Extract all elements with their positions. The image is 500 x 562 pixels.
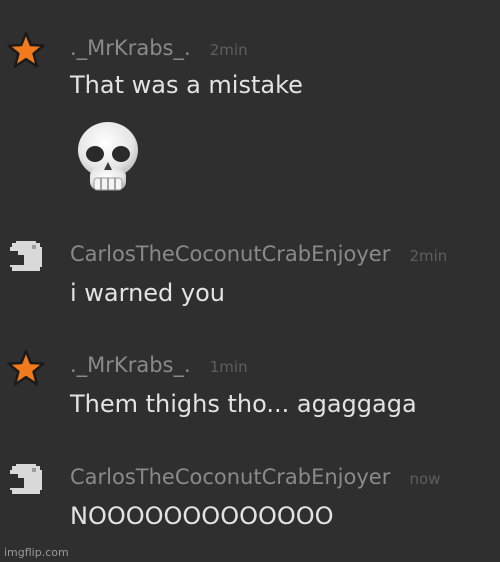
timestamp: 2min xyxy=(209,41,248,59)
skull-emoji-icon xyxy=(74,120,142,198)
chat-log: ._MrKrabs_. 2min That was a mistake Carl… xyxy=(0,0,500,562)
username[interactable]: ._MrKrabs_. xyxy=(70,36,191,60)
chat-message: ._MrKrabs_. 2min That was a mistake xyxy=(0,0,500,220)
timestamp: now xyxy=(409,470,441,488)
chat-message: ._MrKrabs_. 1min Them thighs tho... agag… xyxy=(0,330,500,440)
username[interactable]: CarlosTheCoconutCrabEnjoyer xyxy=(70,242,390,266)
message-text: i warned you xyxy=(70,279,226,307)
star-icon[interactable] xyxy=(6,30,46,70)
username[interactable]: ._MrKrabs_. xyxy=(70,353,191,377)
watermark: imgflip.com xyxy=(4,546,69,559)
message-text: NOOOOOOOOOOOOO xyxy=(70,502,334,530)
username[interactable]: CarlosTheCoconutCrabEnjoyer xyxy=(70,465,390,489)
chat-message: CarlosTheCoconutCrabEnjoyer 2min i warne… xyxy=(0,220,500,330)
star-icon[interactable] xyxy=(6,348,46,388)
chat-message: CarlosTheCoconutCrabEnjoyer now NOOOOOOO… xyxy=(0,440,500,550)
blocky-avatar-icon[interactable] xyxy=(6,458,46,498)
message-text: Them thighs tho... agaggaga xyxy=(70,390,417,418)
timestamp: 2min xyxy=(409,247,448,265)
message-text: That was a mistake xyxy=(70,71,303,99)
blocky-avatar-icon[interactable] xyxy=(6,235,46,275)
timestamp: 1min xyxy=(209,358,248,376)
